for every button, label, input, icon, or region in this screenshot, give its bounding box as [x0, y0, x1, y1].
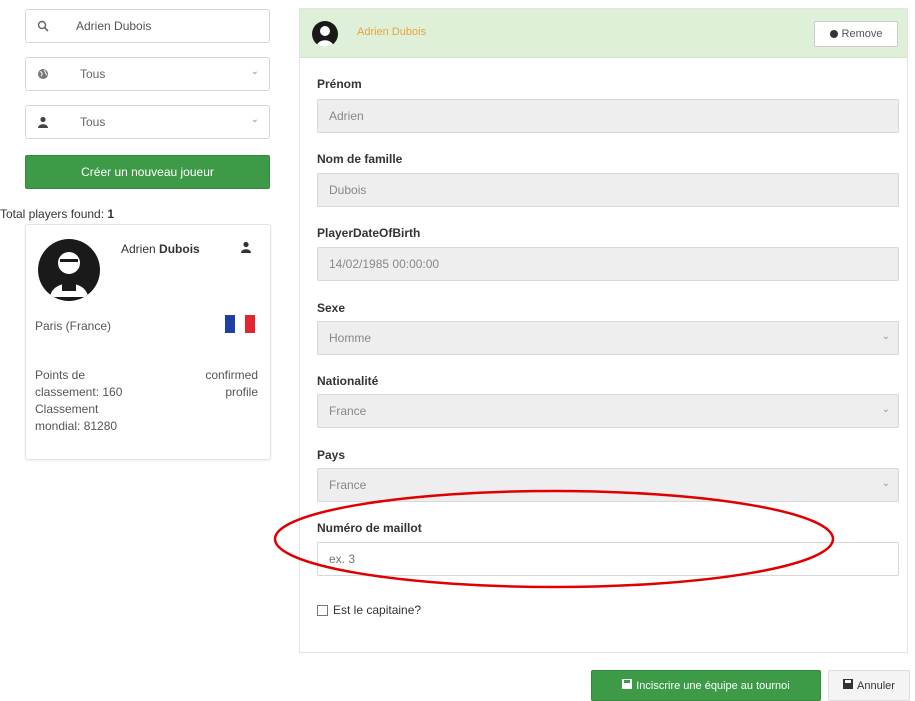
cancel-label: Annuler	[857, 679, 895, 692]
nationality-label: Nationalité	[317, 374, 379, 388]
results-count: Total players found: 1	[0, 207, 114, 221]
filter-select-value: Tous	[80, 115, 106, 129]
register-team-button[interactable]: Inciscrire une équipe au tournoi	[591, 670, 821, 701]
captain-label: Est le capitaine?	[333, 603, 422, 617]
results-number: 1	[107, 207, 115, 221]
filter-select-value: Tous	[80, 67, 106, 81]
player-last-name: Dubois	[159, 242, 200, 256]
search-input[interactable]: Adrien Dubois	[76, 19, 151, 33]
results-label: Total players found:	[0, 207, 105, 221]
player-location: Paris (France)	[35, 319, 112, 333]
filter-select-gender[interactable]: Tous ⌄	[25, 105, 270, 139]
chevron-down-icon: ⌄	[881, 331, 890, 342]
search-icon	[26, 10, 60, 42]
country-label: Pays	[317, 448, 346, 462]
player-stats: Points de classement: 160 Classement mon…	[35, 367, 122, 435]
nationality-value: France	[329, 404, 367, 418]
profile-status: confirmed profile	[205, 367, 258, 401]
dob-label: PlayerDateOfBirth	[317, 226, 421, 240]
captain-checkbox-row[interactable]: Est le capitaine?	[317, 603, 421, 617]
filter-select-nationality[interactable]: Tous ⌄	[25, 57, 270, 91]
user-icon	[241, 241, 251, 256]
player-name: Adrien Dubois	[121, 242, 200, 256]
nationality-select[interactable]: France ⌄	[317, 394, 899, 428]
last-name-field[interactable]: Dubois	[317, 173, 899, 207]
first-name-field[interactable]: Adrien	[317, 99, 899, 133]
sex-select[interactable]: Homme ⌄	[317, 321, 899, 355]
chevron-down-icon: ⌄	[881, 478, 890, 489]
avatar	[38, 239, 100, 301]
points-line: classement: 160	[35, 385, 123, 399]
highlight-ellipse	[273, 489, 835, 589]
player-first-name: Adrien	[121, 242, 156, 256]
remove-label: Remove	[841, 28, 883, 40]
captain-checkbox[interactable]	[317, 604, 328, 616]
dob-field[interactable]: 14/02/1985 00:00:00	[317, 247, 899, 281]
last-name-label: Nom de famille	[317, 152, 403, 166]
save-icon	[622, 679, 633, 692]
search-field[interactable]: Adrien Dubois	[25, 9, 270, 43]
rank-line: Classement	[35, 402, 99, 416]
rank-line: mondial: 81280	[35, 419, 118, 433]
chevron-down-icon: ⌄	[250, 114, 259, 125]
first-name-label: Prénom	[317, 77, 362, 91]
status-line: profile	[225, 385, 258, 399]
chevron-down-icon: ⌄	[250, 66, 259, 77]
globe-icon	[26, 58, 60, 90]
remove-button[interactable]: Remove	[814, 21, 898, 47]
france-flag-icon	[225, 315, 255, 333]
cancel-icon	[843, 679, 854, 692]
remove-icon	[829, 30, 838, 38]
create-player-button[interactable]: Créer un nouveau joueur	[25, 155, 270, 189]
status-line: confirmed	[205, 368, 258, 382]
avatar	[312, 21, 338, 47]
sex-label: Sexe	[317, 301, 346, 315]
player-card[interactable]: Adrien Dubois Paris (France) Points de c…	[25, 224, 271, 460]
register-team-label: Inciscrire une équipe au tournoi	[636, 679, 790, 692]
chevron-down-icon: ⌄	[881, 404, 890, 415]
user-icon	[26, 106, 60, 138]
cancel-button[interactable]: Annuler	[828, 670, 910, 701]
panel-header: Adrien Dubois Remove	[300, 9, 907, 58]
panel-title: Adrien Dubois	[357, 26, 427, 38]
points-line: Points de	[35, 368, 86, 382]
sex-value: Homme	[329, 331, 372, 345]
